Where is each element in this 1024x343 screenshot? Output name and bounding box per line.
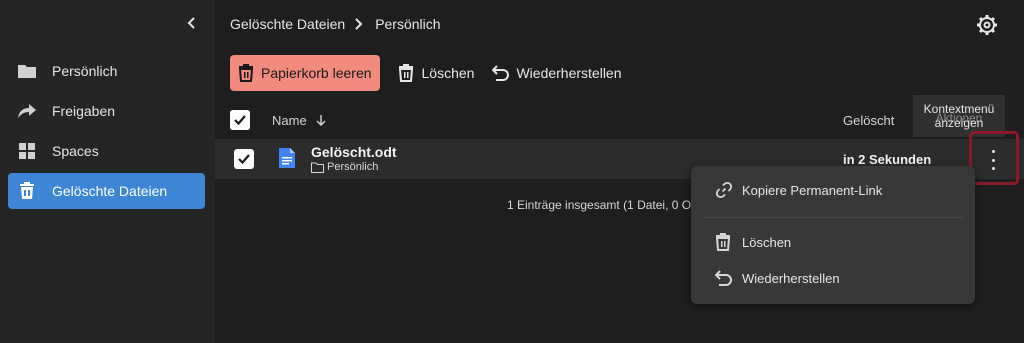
sidebar-item-label: Gelöschte Dateien [52, 183, 168, 199]
document-icon [279, 148, 295, 168]
sidebar-item-label: Freigaben [52, 103, 116, 119]
tooltip-text: Kontextmenü anzeigen [923, 102, 995, 130]
deleted-time: in 2 Sekunden [843, 152, 932, 167]
context-menu: Kopiere Permanent-Link Löschen Wiederher… [691, 166, 975, 304]
breadcrumb-root[interactable]: Gelöschte Dateien [230, 16, 345, 32]
menu-item-label: Wiederherstellen [742, 270, 840, 286]
file-location-label: Persönlich [327, 161, 379, 173]
restore-button[interactable]: Wiederherstellen [492, 64, 622, 82]
gear-icon[interactable] [976, 14, 998, 36]
table-header: Name Gelöscht [230, 104, 1020, 136]
menu-item-restore[interactable]: Wiederherstellen [715, 269, 840, 287]
sidebar-item-geloeschte-dateien[interactable]: Gelöschte Dateien [8, 173, 205, 209]
restore-label: Wiederherstellen [516, 65, 622, 81]
sidebar-item-freigaben[interactable]: Freigaben [8, 93, 205, 129]
trash-icon [715, 233, 733, 251]
undo-icon [715, 269, 733, 287]
sidebar-item-spaces[interactable]: Spaces [8, 133, 205, 169]
column-header-deleted[interactable]: Gelöscht [843, 113, 894, 128]
trash-icon [238, 64, 256, 82]
folder-outline-icon [311, 162, 324, 173]
summary-text: 1 Einträge insgesamt (1 Datei, 0 O [507, 198, 692, 212]
breadcrumb: Gelöschte Dateien Persönlich [230, 16, 441, 32]
menu-item-copy-link[interactable]: Kopiere Permanent-Link [715, 181, 882, 199]
sort-down-icon [315, 114, 327, 126]
sidebar-item-label: Persönlich [52, 63, 118, 79]
folder-icon [16, 60, 38, 82]
delete-button[interactable]: Löschen [398, 64, 475, 82]
delete-label: Löschen [421, 65, 475, 81]
share-icon [16, 100, 38, 122]
chevron-right-icon [355, 17, 365, 31]
sidebar-item-label: Spaces [52, 143, 99, 159]
toolbar: Papierkorb leeren Löschen Wiederherstell… [230, 55, 622, 91]
file-name[interactable]: Gelöscht.odt [311, 144, 397, 160]
column-header-name-label: Name [272, 112, 307, 128]
sidebar-nav: Persönlich Freigaben Spaces Gelöschte Da… [8, 53, 205, 213]
more-vertical-icon[interactable] [988, 150, 998, 170]
breadcrumb-current: Persönlich [375, 16, 441, 32]
file-location[interactable]: Persönlich [311, 161, 378, 173]
column-header-name[interactable]: Name [272, 113, 327, 128]
menu-divider [703, 217, 963, 218]
select-all-checkbox[interactable] [230, 110, 250, 130]
menu-item-delete[interactable]: Löschen [715, 233, 791, 251]
menu-item-label: Kopiere Permanent-Link [742, 182, 883, 198]
empty-trash-button[interactable]: Papierkorb leeren [230, 55, 380, 91]
collapse-sidebar-icon[interactable] [184, 15, 200, 31]
trash-icon [398, 64, 416, 82]
sidebar-item-persoenlich[interactable]: Persönlich [8, 53, 205, 89]
sidebar: Persönlich Freigaben Spaces Gelöschte Da… [0, 0, 215, 343]
menu-item-label: Löschen [742, 234, 792, 250]
grid-icon [16, 140, 38, 162]
row-checkbox[interactable] [234, 149, 254, 169]
empty-trash-label: Papierkorb leeren [261, 65, 372, 81]
undo-icon [492, 64, 510, 82]
trash-icon [16, 180, 38, 202]
link-icon [715, 181, 733, 199]
